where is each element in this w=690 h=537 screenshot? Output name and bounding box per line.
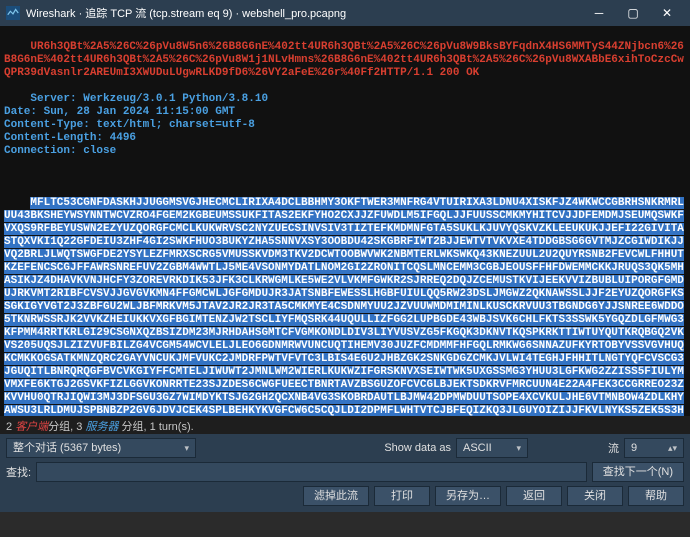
show-data-as-select[interactable]: ASCII ▾ bbox=[456, 438, 528, 458]
save-as-button[interactable]: 另存为… bbox=[435, 486, 501, 506]
show-data-as-label: Show data as bbox=[384, 442, 451, 454]
stream-number-value: 9 bbox=[631, 439, 637, 457]
minimize-button[interactable]: ─ bbox=[582, 0, 616, 26]
back-button[interactable]: 返回 bbox=[506, 486, 562, 506]
find-input[interactable] bbox=[36, 462, 587, 482]
stream-number-input[interactable]: 9 ▴▾ bbox=[624, 438, 684, 458]
server-pkts-label: 服务器 bbox=[85, 421, 118, 433]
window-title: Wireshark · 追踪 TCP 流 (tcp.stream eq 9) ·… bbox=[26, 5, 582, 21]
title-bar: Wireshark · 追踪 TCP 流 (tcp.stream eq 9) ·… bbox=[0, 0, 690, 26]
app-icon bbox=[6, 6, 20, 20]
print-button[interactable]: 打印 bbox=[374, 486, 430, 506]
find-label: 查找: bbox=[6, 464, 31, 480]
stream-content[interactable]: UR6h3QBt%2A5%26C%26pVu8W5n6%26B8G6nE%402… bbox=[0, 26, 690, 416]
conversation-select-label: 整个对话 (5367 bytes) bbox=[13, 439, 121, 457]
find-next-button[interactable]: 查找下一个(N) bbox=[592, 462, 684, 482]
status-line: 2 客户端分组, 3 服务器 分组, 1 turn(s). bbox=[0, 416, 690, 434]
conversation-select[interactable]: 整个对话 (5367 bytes) ▾ bbox=[6, 438, 196, 458]
close-dialog-button[interactable]: 关闭 bbox=[567, 486, 623, 506]
request-segment: UR6h3QBt%2A5%26C%26pVu8W5n6%26B8G6nE%402… bbox=[4, 41, 684, 79]
maximize-button[interactable]: ▢ bbox=[616, 0, 650, 26]
help-button[interactable]: 帮助 bbox=[628, 486, 684, 506]
client-pkts-label: 客户端 bbox=[15, 421, 48, 433]
controls-panel: 整个对话 (5367 bytes) ▾ Show data as ASCII ▾… bbox=[0, 434, 690, 512]
close-button[interactable]: ✕ bbox=[650, 0, 684, 26]
spinbox-icon: ▴▾ bbox=[668, 439, 677, 457]
chevron-down-icon: ▾ bbox=[184, 439, 189, 457]
response-headers: Server: Werkzeug/3.0.1 Python/3.8.10 Dat… bbox=[4, 93, 268, 157]
stream-label: 流 bbox=[608, 440, 619, 456]
window-controls: ─ ▢ ✕ bbox=[582, 0, 684, 26]
chevron-down-icon: ▾ bbox=[516, 439, 521, 457]
show-data-as-value: ASCII bbox=[463, 439, 492, 457]
response-body: MFLTC53CGNFDASKHJJUGGMSVGJHECMCLIRIXA4DC… bbox=[4, 197, 684, 416]
filter-out-stream-button[interactable]: 滤掉此流 bbox=[303, 486, 369, 506]
